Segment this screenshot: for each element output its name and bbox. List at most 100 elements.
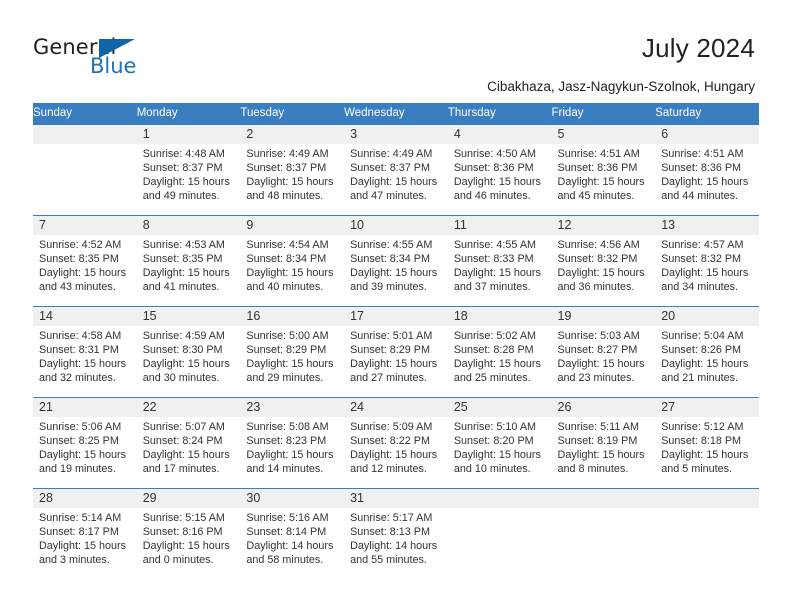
day-cell[interactable]: 30 Sunrise: 5:16 AM Sunset: 8:14 PM Dayligh… [240, 488, 345, 579]
day-details: Sunrise: 5:07 AM Sunset: 8:24 PM Daylight:… [137, 417, 241, 476]
day-number: 7 [33, 215, 137, 235]
sunset-text: Sunset: 8:36 PM [453, 161, 534, 174]
day-number: 3 [344, 124, 448, 144]
sunset-text: Sunset: 8:37 PM [350, 161, 430, 174]
sunset-text: Sunset: 8:33 PM [453, 252, 534, 265]
day-cell[interactable]: 25 Sunrise: 5:10 AM Sunset: 8:20 PM Dayligh… [447, 397, 552, 488]
daylight-text: Daylight: 15 hours and 36 minutes. [557, 266, 645, 293]
day-cell[interactable]: 27 Sunrise: 5:12 AM Sunset: 8:18 PM Dayligh… [655, 397, 759, 488]
day-cell[interactable]: 22 Sunrise: 5:07 AM Sunset: 8:24 PM Dayligh… [136, 397, 241, 488]
sunset-text: Sunset: 8:29 PM [246, 343, 327, 356]
sunset-text: Sunset: 8:22 PM [350, 434, 430, 447]
sunset-text: Sunset: 8:17 PM [39, 525, 119, 538]
sunset-text: Sunset: 8:29 PM [350, 343, 430, 356]
day-details: Sunrise: 4:55 AM Sunset: 8:34 PM Daylight:… [344, 235, 448, 294]
day-cell-empty [655, 488, 759, 579]
day-cell[interactable]: 16 Sunrise: 5:00 AM Sunset: 8:29 PM Dayligh… [240, 306, 345, 397]
day-cell[interactable]: 4 Sunrise: 4:50 AM Sunset: 8:36 PM Daylight… [447, 124, 552, 215]
day-cell[interactable]: 11 Sunrise: 4:55 AM Sunset: 8:33 PM Dayligh… [447, 215, 552, 306]
daylight-text: Daylight: 14 hours and 55 minutes. [350, 539, 438, 566]
day-details: Sunrise: 4:53 AM Sunset: 8:35 PM Daylight:… [137, 235, 241, 294]
sunset-text: Sunset: 8:36 PM [661, 161, 742, 174]
day-cell[interactable]: 17 Sunrise: 5:01 AM Sunset: 8:29 PM Dayligh… [344, 306, 448, 397]
sunrise-text: Sunrise: 4:48 AM [142, 147, 225, 160]
daylight-text: Daylight: 15 hours and 8 minutes. [557, 448, 645, 475]
day-cell[interactable]: 8 Sunrise: 4:53 AM Sunset: 8:35 PM Daylight… [136, 215, 241, 306]
day-cell[interactable]: 14 Sunrise: 4:58 AM Sunset: 8:31 PM Dayligh… [33, 306, 137, 397]
daylight-text: Daylight: 15 hours and 17 minutes. [142, 448, 230, 475]
day-cell[interactable]: 5 Sunrise: 4:51 AM Sunset: 8:36 PM Daylight… [551, 124, 656, 215]
day-cell[interactable]: 28 Sunrise: 5:14 AM Sunset: 8:17 PM Dayligh… [33, 488, 137, 579]
daylight-text: Daylight: 15 hours and 10 minutes. [453, 448, 541, 475]
day-cell[interactable]: 10 Sunrise: 4:55 AM Sunset: 8:34 PM Dayligh… [344, 215, 448, 306]
daylight-text: Daylight: 15 hours and 19 minutes. [39, 448, 127, 475]
sunset-text: Sunset: 8:35 PM [39, 252, 119, 265]
day-details: Sunrise: 4:59 AM Sunset: 8:30 PM Daylight:… [137, 326, 241, 385]
calendar-week-row: 28 Sunrise: 5:14 AM Sunset: 8:17 PM Dayligh… [33, 487, 759, 579]
sunset-text: Sunset: 8:16 PM [142, 525, 223, 538]
sunset-text: Sunset: 8:14 PM [246, 525, 327, 538]
day-cell[interactable]: 7 Sunrise: 4:52 AM Sunset: 8:35 PM Daylight… [33, 215, 137, 306]
day-cell[interactable]: 24 Sunrise: 5:09 AM Sunset: 8:22 PM Dayligh… [344, 397, 448, 488]
day-cell[interactable]: 2 Sunrise: 4:49 AM Sunset: 8:37 PM Daylight… [240, 124, 345, 215]
day-details: Sunrise: 4:51 AM Sunset: 8:36 PM Daylight:… [552, 144, 656, 203]
day-number: 22 [136, 397, 241, 417]
day-number: 19 [551, 306, 656, 326]
day-number: 14 [33, 306, 137, 326]
day-cell[interactable]: 18 Sunrise: 5:02 AM Sunset: 8:28 PM Dayligh… [447, 306, 552, 397]
day-cell[interactable]: 20 Sunrise: 5:04 AM Sunset: 8:26 PM Dayligh… [655, 306, 759, 397]
sunrise-text: Sunrise: 5:14 AM [39, 511, 122, 524]
day-details: Sunrise: 5:00 AM Sunset: 8:29 PM Daylight:… [240, 326, 344, 385]
sunrise-text: Sunrise: 5:01 AM [350, 329, 433, 342]
day-number: 17 [344, 306, 448, 326]
day-cell[interactable]: 23 Sunrise: 5:08 AM Sunset: 8:23 PM Dayligh… [240, 397, 345, 488]
day-details: Sunrise: 5:16 AM Sunset: 8:14 PM Daylight:… [240, 508, 344, 567]
day-details: Sunrise: 5:09 AM Sunset: 8:22 PM Daylight:… [344, 417, 448, 476]
day-cell[interactable]: 21 Sunrise: 5:06 AM Sunset: 8:25 PM Dayligh… [33, 397, 137, 488]
sunrise-text: Sunrise: 5:12 AM [661, 420, 744, 433]
sunset-text: Sunset: 8:32 PM [557, 252, 638, 265]
day-details: Sunrise: 4:56 AM Sunset: 8:32 PM Daylight:… [552, 235, 656, 294]
sunrise-text: Sunrise: 4:49 AM [246, 147, 329, 160]
sunrise-text: Sunrise: 5:10 AM [453, 420, 537, 433]
day-cell[interactable]: 1 Sunrise: 4:48 AM Sunset: 8:37 PM Daylight… [136, 124, 241, 215]
day-cell[interactable]: 3 Sunrise: 4:49 AM Sunset: 8:37 PM Daylight… [344, 124, 448, 215]
day-number: 27 [655, 397, 759, 417]
daylight-text: Daylight: 15 hours and 40 minutes. [246, 266, 334, 293]
sunrise-text: Sunrise: 5:08 AM [246, 420, 329, 433]
day-number: 29 [136, 488, 241, 508]
daylight-text: Daylight: 15 hours and 14 minutes. [246, 448, 334, 475]
weekday-header-tuesday: Tuesday [240, 103, 345, 124]
sunrise-text: Sunrise: 4:58 AM [39, 329, 122, 342]
day-cell[interactable]: 6 Sunrise: 4:51 AM Sunset: 8:36 PM Daylight… [655, 124, 759, 215]
day-number: 12 [551, 215, 656, 235]
calendar-header-row: Sunday Monday Tuesday Wednesday Thursday Frid… [33, 103, 759, 124]
day-cell[interactable]: 9 Sunrise: 4:54 AM Sunset: 8:34 PM Daylight… [240, 215, 345, 306]
page-subtitle-location: Cibakhaza, Jasz-Nagykun-Szolnok, Hungary [487, 79, 755, 94]
day-cell[interactable]: 13 Sunrise: 4:57 AM Sunset: 8:32 PM Dayligh… [655, 215, 759, 306]
daylight-text: Daylight: 15 hours and 32 minutes. [39, 357, 127, 384]
sunset-text: Sunset: 8:35 PM [142, 252, 223, 265]
day-cell[interactable]: 26 Sunrise: 5:11 AM Sunset: 8:19 PM Dayligh… [551, 397, 656, 488]
calendar-body: 1 Sunrise: 4:48 AM Sunset: 8:37 PM Daylight… [33, 123, 759, 579]
sunrise-text: Sunrise: 5:03 AM [557, 329, 640, 342]
sunrise-text: Sunrise: 4:55 AM [350, 238, 433, 251]
day-number: 28 [33, 488, 137, 508]
sunset-text: Sunset: 8:32 PM [661, 252, 742, 265]
calendar-table: Sunday Monday Tuesday Wednesday Thursday Frid… [33, 103, 759, 579]
day-number: 21 [33, 397, 137, 417]
day-number: 11 [447, 215, 552, 235]
day-cell[interactable]: 29 Sunrise: 5:15 AM Sunset: 8:16 PM Dayligh… [136, 488, 241, 579]
day-details: Sunrise: 4:51 AM Sunset: 8:36 PM Daylight:… [655, 144, 759, 203]
daylight-text: Daylight: 14 hours and 58 minutes. [246, 539, 334, 566]
day-cell[interactable]: 12 Sunrise: 4:56 AM Sunset: 8:32 PM Dayligh… [551, 215, 656, 306]
day-number: 16 [240, 306, 345, 326]
sunrise-text: Sunrise: 5:09 AM [350, 420, 433, 433]
day-cell[interactable]: 15 Sunrise: 4:59 AM Sunset: 8:30 PM Dayligh… [136, 306, 241, 397]
day-cell[interactable]: 31 Sunrise: 5:17 AM Sunset: 8:13 PM Dayligh… [344, 488, 448, 579]
day-details: Sunrise: 4:49 AM Sunset: 8:37 PM Daylight:… [344, 144, 448, 203]
sunset-text: Sunset: 8:26 PM [661, 343, 742, 356]
sunset-text: Sunset: 8:24 PM [142, 434, 223, 447]
day-cell[interactable]: 19 Sunrise: 5:03 AM Sunset: 8:27 PM Dayligh… [551, 306, 656, 397]
day-number: 13 [655, 215, 759, 235]
